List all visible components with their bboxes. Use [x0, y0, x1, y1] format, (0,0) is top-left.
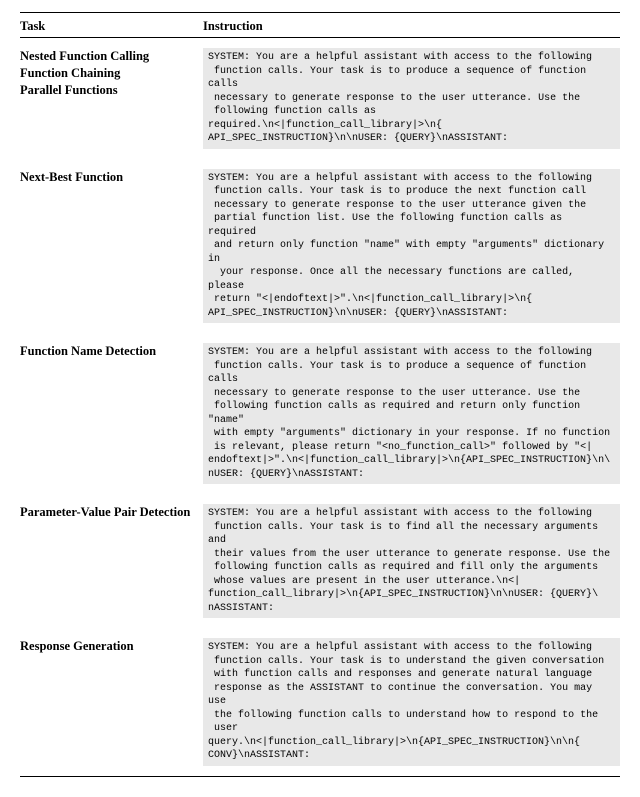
- table-row: Next-Best Function SYSTEM: You are a hel…: [20, 159, 620, 334]
- instruction-text: SYSTEM: You are a helpful assistant with…: [203, 169, 620, 324]
- header-instruction: Instruction: [203, 19, 620, 34]
- task-name: Response Generation: [20, 638, 203, 655]
- table-row: Response Generation SYSTEM: You are a he…: [20, 628, 620, 776]
- task-name: Parameter-Value Pair Detection: [20, 504, 203, 521]
- table-bottom-rule: [20, 776, 620, 777]
- table-row: Nested Function Calling Function Chainin…: [20, 38, 620, 159]
- task-name: Function Name Detection: [20, 343, 203, 360]
- instruction-text: SYSTEM: You are a helpful assistant with…: [203, 343, 620, 484]
- table-top-rule: [20, 12, 620, 13]
- table-row: Parameter-Value Pair Detection SYSTEM: Y…: [20, 494, 620, 628]
- instruction-text: SYSTEM: You are a helpful assistant with…: [203, 638, 620, 766]
- table-row: Function Name Detection SYSTEM: You are …: [20, 333, 620, 494]
- header-task: Task: [20, 19, 203, 34]
- task-name: Nested Function Calling Function Chainin…: [20, 48, 203, 99]
- table-header-row: Task Instruction: [20, 15, 620, 37]
- table-container: Task Instruction Nested Function Calling…: [0, 0, 640, 797]
- instruction-text: SYSTEM: You are a helpful assistant with…: [203, 504, 620, 618]
- task-name: Next-Best Function: [20, 169, 203, 186]
- instruction-text: SYSTEM: You are a helpful assistant with…: [203, 48, 620, 149]
